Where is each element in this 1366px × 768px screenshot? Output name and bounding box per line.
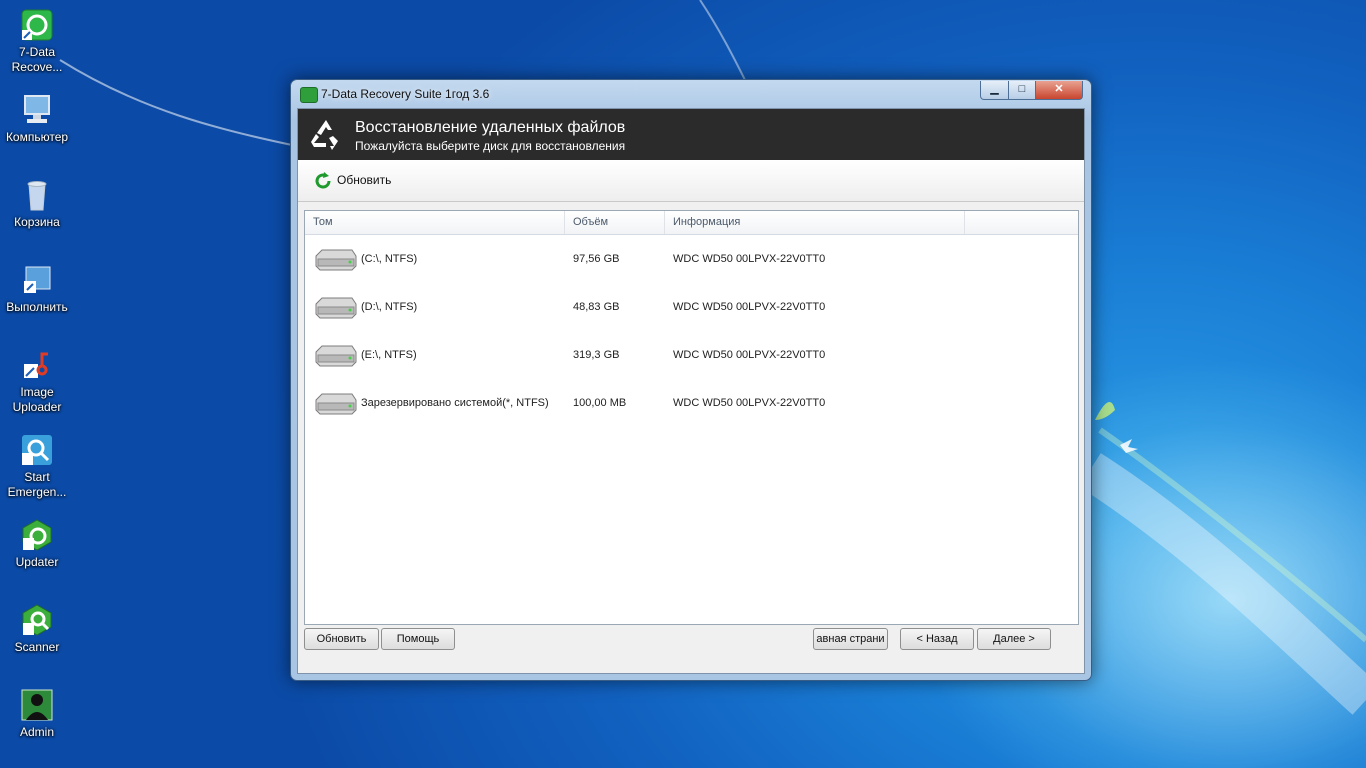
volume-size: 100,00 MB xyxy=(573,397,627,409)
desktop-icon-run[interactable]: Выполнить xyxy=(0,263,74,315)
recycle-bin-icon xyxy=(20,178,54,212)
list-item[interactable]: (E:\, NTFS) 319,3 GB WDC WD50 00LPVX-22V… xyxy=(305,331,1078,379)
title-bar[interactable]: 7-Data Recovery Suite 1год 3.6 ▁ □ ✕ xyxy=(291,80,1091,108)
volume-size: 48,83 GB xyxy=(573,301,620,313)
volume-name: (C:\, NTFS) xyxy=(361,253,418,265)
volume-size: 97,56 GB xyxy=(573,253,620,265)
desktop-icon-label: Выполнить xyxy=(6,300,68,314)
image-uploader-icon xyxy=(20,348,54,382)
list-item[interactable]: Зарезервировано системой(*, NTFS) 100,00… xyxy=(305,379,1078,427)
desktop-icon-label: 7-Data Recove... xyxy=(11,45,63,74)
close-button[interactable]: ✕ xyxy=(1035,81,1083,100)
run-icon xyxy=(20,263,54,297)
header-subtitle: Пожалуйста выберите диск для восстановле… xyxy=(355,139,626,153)
desktop-icon-label: Image Uploader xyxy=(12,385,62,414)
app-icon xyxy=(300,87,318,103)
desktop-icon-computer[interactable]: Компьютер xyxy=(0,93,74,145)
desktop-icon-label: Updater xyxy=(15,555,59,569)
maximize-button[interactable]: □ xyxy=(1008,81,1036,100)
column-header-size[interactable]: Объём xyxy=(565,211,665,234)
desktop-icon-label: Start Emergen... xyxy=(7,470,67,499)
volume-list[interactable]: Том Объём Информация (C:\, NTFS) 97,56 G… xyxy=(304,210,1079,625)
volume-size: 319,3 GB xyxy=(573,349,620,361)
desktop-icon-start-emergency[interactable]: Start Emergen... xyxy=(0,433,74,500)
computer-icon xyxy=(20,93,54,127)
refresh-icon xyxy=(313,171,333,191)
header-title: Восстановление удаленных файлов xyxy=(355,119,626,136)
list-header: Том Объём Информация xyxy=(305,211,1078,235)
column-header-volume[interactable]: Том xyxy=(305,211,565,234)
hard-drive-icon xyxy=(312,392,358,416)
home-page-button[interactable]: авная страни xyxy=(813,628,888,650)
hard-drive-icon xyxy=(312,248,358,272)
column-header-info[interactable]: Информация xyxy=(665,211,965,234)
desktop-icon-label: Admin xyxy=(19,725,54,739)
volume-name: Зарезервировано системой(*, NTFS) xyxy=(361,397,549,409)
desktop-icon-label: Scanner xyxy=(14,640,60,654)
wizard-header: Восстановление удаленных файлов Пожалуйс… xyxy=(298,109,1084,160)
volume-info: WDC WD50 00LPVX-22V0TT0 xyxy=(673,397,826,409)
list-item[interactable]: (C:\, NTFS) 97,56 GB WDC WD50 00LPVX-22V… xyxy=(305,235,1078,283)
window-client: Восстановление удаленных файлов Пожалуйс… xyxy=(297,108,1085,674)
desktop-icon-updater[interactable]: Updater xyxy=(0,518,74,570)
list-item[interactable]: (D:\, NTFS) 48,83 GB WDC WD50 00LPVX-22V… xyxy=(305,283,1078,331)
desktop-icon-7data[interactable]: 7-Data Recove... xyxy=(0,8,74,75)
next-button[interactable]: Далее > xyxy=(977,628,1051,650)
app-window: 7-Data Recovery Suite 1год 3.6 ▁ □ ✕ Вос… xyxy=(290,79,1092,681)
desktop-icon-image-uploader[interactable]: Image Uploader xyxy=(0,348,74,415)
emergency-icon xyxy=(20,433,54,467)
hard-drive-icon xyxy=(312,344,358,368)
hard-drive-icon xyxy=(312,296,358,320)
help-button[interactable]: Помощь xyxy=(381,628,455,650)
admin-icon xyxy=(20,688,54,722)
toolbar-refresh-button[interactable]: Обновить xyxy=(313,171,391,191)
desktop-icon-scanner[interactable]: Scanner xyxy=(0,603,74,655)
minimize-button[interactable]: ▁ xyxy=(980,81,1009,100)
toolbar-refresh-label: Обновить xyxy=(337,173,392,187)
scanner-icon xyxy=(20,603,54,637)
volume-name: (E:\, NTFS) xyxy=(361,349,417,361)
seven-data-icon xyxy=(20,8,54,42)
volume-info: WDC WD50 00LPVX-22V0TT0 xyxy=(673,301,826,313)
recycle-logo-icon xyxy=(309,117,343,151)
desktop-icon-recycle-bin[interactable]: Корзина xyxy=(0,178,74,230)
volume-info: WDC WD50 00LPVX-22V0TT0 xyxy=(673,253,826,265)
refresh-button[interactable]: Обновить xyxy=(304,628,379,650)
desktop-icon-label: Компьютер xyxy=(5,130,69,144)
back-button[interactable]: < Назад xyxy=(900,628,974,650)
window-title: 7-Data Recovery Suite 1год 3.6 xyxy=(321,87,490,101)
desktop-icon-label: Корзина xyxy=(14,215,60,229)
desktop-icon-admin[interactable]: Admin xyxy=(0,688,74,740)
volume-info: WDC WD50 00LPVX-22V0TT0 xyxy=(673,349,826,361)
toolbar: Обновить xyxy=(298,160,1084,202)
volume-name: (D:\, NTFS) xyxy=(361,301,418,313)
updater-icon xyxy=(20,518,54,552)
